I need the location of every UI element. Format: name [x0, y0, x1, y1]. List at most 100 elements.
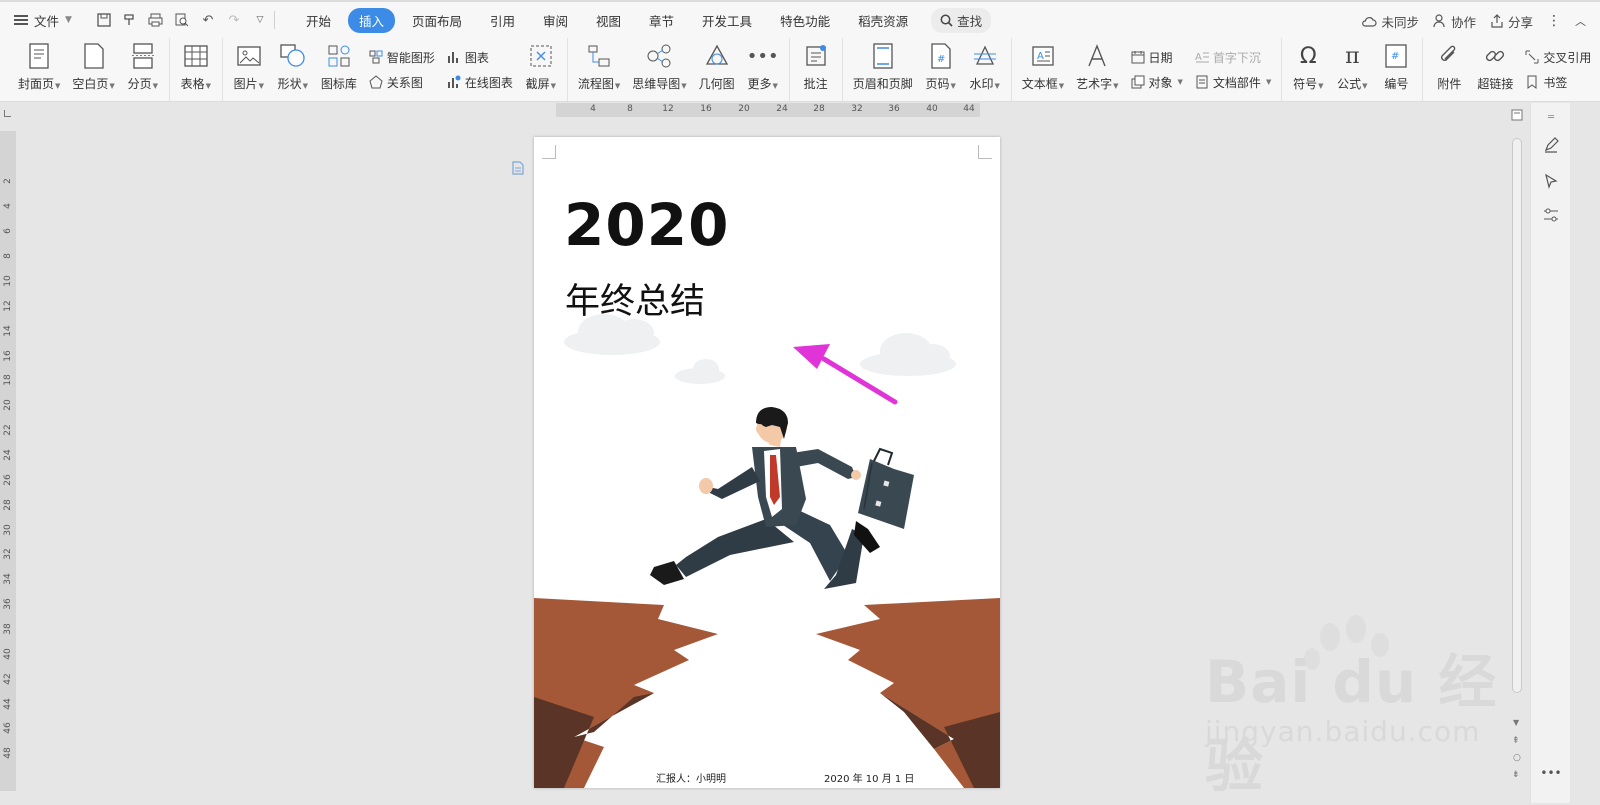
tab-docer-resources[interactable]: 稻壳资源 — [847, 8, 919, 33]
top-right-actions: 未同步 协作 分享 ⋮ ︿ — [1361, 2, 1586, 40]
online-chart-button[interactable]: 在线图表 — [447, 74, 513, 91]
icon-library-button[interactable]: 图标库 — [315, 38, 363, 101]
flowchart-button[interactable]: 流程图▼ — [572, 38, 626, 101]
ruler-tick: 40 — [926, 104, 938, 114]
flowchart-icon — [586, 43, 612, 69]
scroll-down-icon[interactable]: ▼ — [1513, 718, 1519, 727]
picture-label: 图片 — [233, 77, 258, 91]
picture-button[interactable]: 图片▼ — [227, 38, 271, 101]
ribbon-tabs: 开始 插入 页面布局 引用 审阅 视图 章节 开发工具 特色功能 稻壳资源 查找 — [295, 7, 992, 33]
tab-references[interactable]: 引用 — [479, 8, 526, 33]
wordart-label: 艺术字 — [1076, 77, 1113, 91]
save-icon[interactable] — [96, 12, 112, 28]
cover-year-title[interactable]: 2020 — [564, 191, 729, 259]
relation-chart-button[interactable]: 关系图 — [369, 74, 435, 91]
shape-button[interactable]: 形状▼ — [271, 38, 315, 101]
watermark-button[interactable]: 水印▼ — [963, 38, 1007, 101]
more-options-icon[interactable]: ••• — [1540, 763, 1561, 783]
file-menu-button[interactable]: 文件 ▼ — [0, 6, 82, 34]
search-button[interactable]: 查找 — [931, 7, 992, 33]
scroll-top-icon[interactable] — [1510, 108, 1524, 122]
tab-sections[interactable]: 章节 — [638, 8, 685, 33]
tab-view[interactable]: 视图 — [585, 8, 632, 33]
select-browse-icon[interactable]: ○ — [1513, 753, 1521, 763]
redo-icon[interactable]: ↷ — [226, 12, 242, 28]
symbol-button[interactable]: Ω 符号▼ — [1286, 38, 1330, 101]
ribbon-group-pages: 封面页▼ 空白页▼ 分页▼ — [8, 38, 170, 101]
smartart-button[interactable]: 智能图形 — [369, 49, 435, 66]
date-button[interactable]: 日期 — [1131, 49, 1183, 66]
blank-page-button[interactable]: 空白页▼ — [66, 38, 120, 101]
format-painter-icon[interactable] — [122, 12, 138, 28]
undo-icon[interactable]: ↶ — [200, 12, 216, 28]
cover-page-button[interactable]: 封面页▼ — [12, 38, 66, 101]
wordart-button[interactable]: 艺术字▼ — [1070, 38, 1124, 101]
screenshot-button[interactable]: 截屏▼ — [519, 38, 563, 101]
document-page[interactable]: 2020 年终总结 汇报人：小明明 2020 年 10 月 1 日 — [534, 137, 1000, 788]
ruler-tick: 8 — [627, 104, 633, 114]
textbox-button[interactable]: A 文本框▼ — [1016, 38, 1070, 101]
geometry-button[interactable]: 几何图 — [693, 38, 741, 101]
reporter-text[interactable]: 汇报人：小明明 — [656, 770, 726, 785]
scrollbar-thumb[interactable] — [1512, 138, 1522, 693]
object-button[interactable]: 对象 ▼ — [1131, 74, 1183, 91]
ribbon-col-date: 日期 对象 ▼ — [1125, 38, 1189, 101]
collapse-ribbon-icon[interactable]: ︿ — [1575, 13, 1586, 29]
blank-page-label: 空白页 — [72, 77, 109, 91]
online-chart-label: 在线图表 — [464, 75, 513, 90]
bookmark-button[interactable]: 书签 — [1525, 74, 1591, 91]
share-button[interactable]: 分享 — [1490, 12, 1533, 31]
tab-review[interactable]: 审阅 — [532, 8, 579, 33]
pen-icon[interactable] — [1541, 135, 1561, 155]
document-parts-button[interactable]: 文档部件 ▼ — [1195, 74, 1271, 91]
dropcap-button[interactable]: A 首字下沉 — [1195, 49, 1271, 66]
vertical-scrollbar[interactable]: ▼ ⇞ ○ ⇟ — [1510, 108, 1524, 798]
ruler-tick: 24 — [3, 449, 13, 461]
document-options-icon[interactable] — [511, 161, 525, 175]
hyperlink-button[interactable]: 超链接 — [1471, 38, 1519, 101]
formula-button[interactable]: π 公式▼ — [1330, 38, 1374, 101]
symbol-label: 符号 — [1293, 77, 1318, 91]
horizontal-ruler[interactable]: 4 8 12 16 20 24 28 32 36 40 44 — [556, 103, 980, 117]
page-break-button[interactable]: 分页▼ — [121, 38, 165, 101]
tab-home[interactable]: 开始 — [295, 8, 342, 33]
print-preview-icon[interactable] — [174, 12, 190, 28]
cover-subtitle[interactable]: 年终总结 — [565, 273, 705, 324]
vertical-ruler[interactable]: 2 4 6 8 10 12 14 16 18 20 22 24 26 28 30… — [0, 131, 16, 791]
chart-button[interactable]: 图表 — [447, 49, 513, 66]
tab-insert[interactable]: 插入 — [347, 7, 395, 33]
table-button[interactable]: 表格▼ — [174, 38, 218, 101]
customize-toolbar-icon[interactable]: ▽ — [252, 12, 268, 28]
sync-status-button[interactable]: 未同步 — [1361, 12, 1419, 31]
attachment-button[interactable]: 附件 — [1427, 38, 1471, 101]
numbering-button[interactable]: # 编号 — [1374, 38, 1418, 101]
cross-reference-label: 交叉引用 — [1543, 50, 1592, 65]
document-parts-icon — [1195, 75, 1209, 89]
collapse-panel-icon[interactable]: ═ — [1541, 107, 1561, 127]
businessman-figure — [650, 407, 914, 589]
report-date-text[interactable]: 2020 年 10 月 1 日 — [824, 770, 914, 785]
header-footer-button[interactable]: 页眉和页脚 — [847, 38, 919, 101]
tab-page-layout[interactable]: 页面布局 — [401, 8, 473, 33]
collaborate-button[interactable]: 协作 — [1433, 12, 1476, 31]
comment-icon — [803, 43, 829, 69]
tab-developer[interactable]: 开发工具 — [691, 8, 763, 33]
settings-sliders-icon[interactable] — [1541, 205, 1561, 225]
page-number-label: 页码 — [925, 77, 950, 91]
select-cursor-icon[interactable] — [1541, 171, 1561, 191]
next-page-icon[interactable]: ⇟ — [1512, 770, 1520, 780]
page-number-button[interactable]: # 页码▼ — [919, 38, 963, 101]
more-options-icon[interactable]: ⋮ — [1547, 13, 1561, 29]
comment-button[interactable]: 批注 — [794, 38, 838, 101]
mindmap-button[interactable]: 思维导图▼ — [626, 38, 692, 101]
ruler-tick: 32 — [3, 548, 13, 560]
ruler-tick: 26 — [3, 474, 13, 486]
print-icon[interactable] — [148, 12, 164, 28]
cross-reference-icon — [1525, 50, 1539, 64]
prev-page-icon[interactable]: ⇞ — [1512, 736, 1520, 746]
cross-reference-button[interactable]: 交叉引用 — [1525, 49, 1591, 66]
tab-special-features[interactable]: 特色功能 — [769, 8, 841, 33]
header-footer-label: 页眉和页脚 — [852, 77, 913, 91]
more-button[interactable]: ••• 更多▼ — [741, 38, 785, 101]
ruler-tick: 48 — [3, 747, 13, 759]
